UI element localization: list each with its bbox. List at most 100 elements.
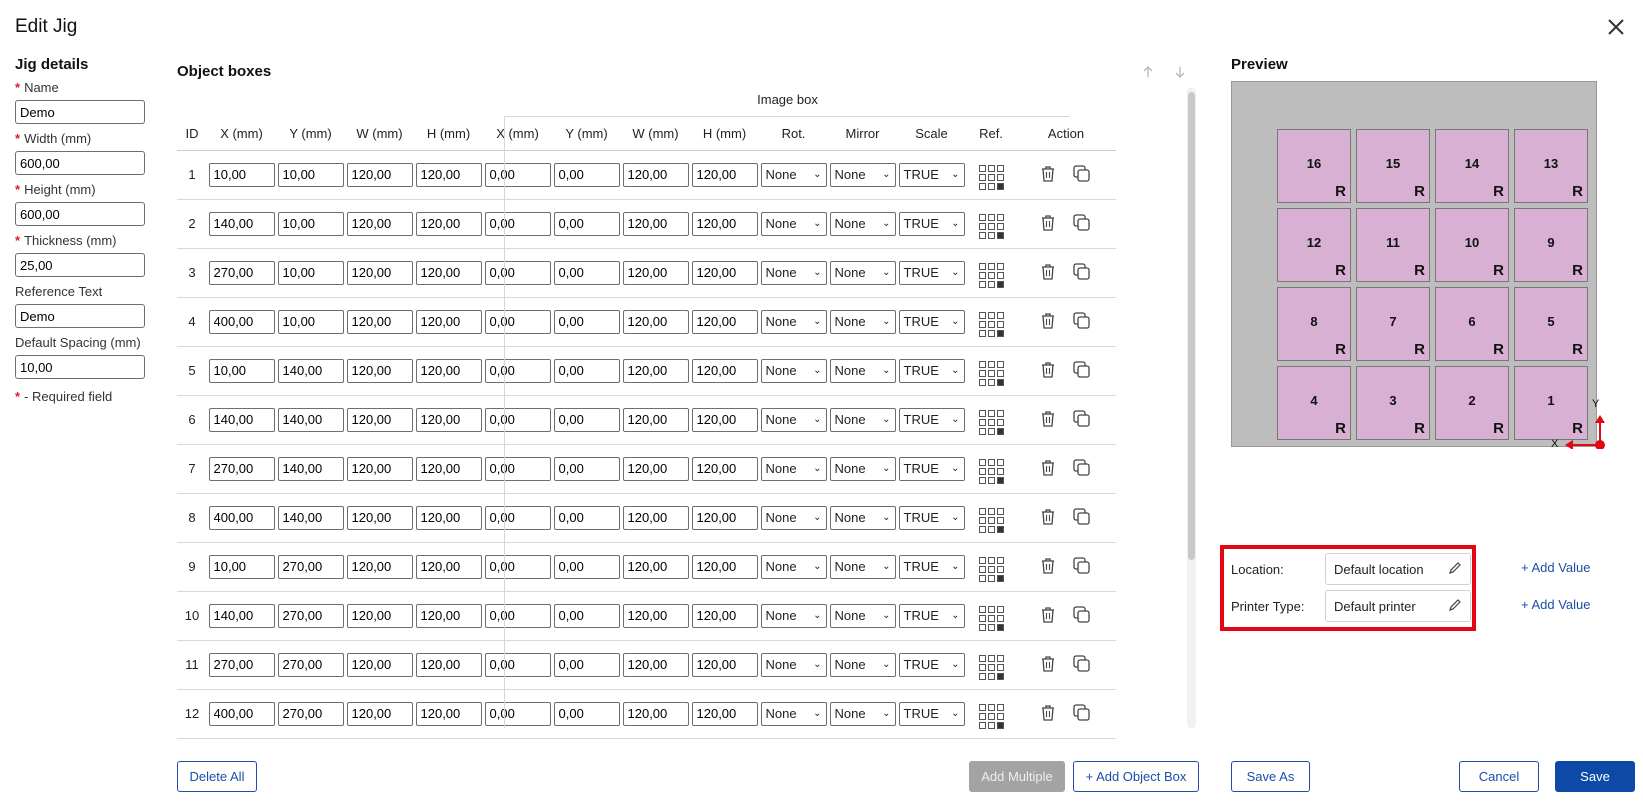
- cancel-button[interactable]: Cancel: [1459, 761, 1539, 792]
- ih-input[interactable]: [691, 162, 758, 187]
- rot-select[interactable]: None ⌄: [760, 309, 827, 334]
- ref-position-icon[interactable]: [978, 654, 1004, 680]
- y-input[interactable]: [277, 309, 344, 334]
- h-input[interactable]: [415, 603, 482, 628]
- h-input[interactable]: [415, 211, 482, 236]
- preview-object-box[interactable]: 13 R: [1514, 129, 1588, 203]
- ih-input[interactable]: [691, 456, 758, 481]
- ix-input[interactable]: [484, 211, 551, 236]
- jig-field-input[interactable]: [15, 151, 145, 175]
- ix-input[interactable]: [484, 407, 551, 432]
- x-input[interactable]: [208, 603, 275, 628]
- x-input[interactable]: [208, 505, 275, 530]
- mirror-select[interactable]: None ⌄: [829, 505, 896, 530]
- ref-position-icon[interactable]: [978, 262, 1004, 288]
- mirror-select[interactable]: None ⌄: [829, 603, 896, 628]
- ix-input[interactable]: [484, 456, 551, 481]
- iy-input[interactable]: [553, 603, 620, 628]
- ix-input[interactable]: [484, 554, 551, 579]
- iw-input[interactable]: [622, 554, 689, 579]
- duplicate-icon[interactable]: [1073, 409, 1091, 428]
- rot-select[interactable]: None ⌄: [760, 211, 827, 236]
- ref-position-icon[interactable]: [978, 409, 1004, 435]
- preview-object-box[interactable]: 4R: [1277, 366, 1351, 440]
- ih-input[interactable]: [691, 309, 758, 334]
- w-input[interactable]: [346, 211, 413, 236]
- trash-icon[interactable]: [1041, 312, 1055, 329]
- scale-select[interactable]: TRUE ⌄: [898, 211, 965, 236]
- trash-icon[interactable]: [1041, 410, 1055, 427]
- duplicate-icon[interactable]: [1073, 164, 1091, 183]
- iw-input[interactable]: [622, 456, 689, 481]
- y-input[interactable]: [277, 554, 344, 579]
- iy-input[interactable]: [553, 309, 620, 334]
- arrow-up-icon[interactable]: [1140, 64, 1156, 80]
- scale-select[interactable]: TRUE ⌄: [898, 456, 965, 481]
- iw-input[interactable]: [622, 407, 689, 432]
- iw-input[interactable]: [622, 358, 689, 383]
- duplicate-icon[interactable]: [1073, 360, 1091, 379]
- iw-input[interactable]: [622, 162, 689, 187]
- y-input[interactable]: [277, 211, 344, 236]
- save-as-button[interactable]: Save As: [1231, 761, 1310, 792]
- ih-input[interactable]: [691, 701, 758, 726]
- jig-field-input[interactable]: [15, 355, 145, 379]
- y-input[interactable]: [277, 456, 344, 481]
- trash-icon[interactable]: [1041, 557, 1055, 574]
- ix-input[interactable]: [484, 652, 551, 677]
- jig-field-input[interactable]: [15, 253, 145, 277]
- x-input[interactable]: [208, 211, 275, 236]
- x-input[interactable]: [208, 652, 275, 677]
- trash-icon[interactable]: [1041, 263, 1055, 280]
- duplicate-icon[interactable]: [1073, 605, 1091, 624]
- w-input[interactable]: [346, 456, 413, 481]
- ih-input[interactable]: [691, 407, 758, 432]
- duplicate-icon[interactable]: [1073, 213, 1091, 232]
- ref-position-icon[interactable]: [978, 213, 1004, 239]
- ih-input[interactable]: [691, 554, 758, 579]
- scale-select[interactable]: TRUE ⌄: [898, 554, 965, 579]
- mirror-select[interactable]: None ⌄: [829, 456, 896, 481]
- ih-input[interactable]: [691, 505, 758, 530]
- iy-input[interactable]: [553, 211, 620, 236]
- mirror-select[interactable]: None ⌄: [829, 162, 896, 187]
- h-input[interactable]: [415, 652, 482, 677]
- iy-input[interactable]: [553, 456, 620, 481]
- iy-input[interactable]: [553, 505, 620, 530]
- trash-icon[interactable]: [1041, 508, 1055, 525]
- h-input[interactable]: [415, 358, 482, 383]
- jig-field-input[interactable]: [15, 304, 145, 328]
- preview-object-box[interactable]: 10 R: [1435, 208, 1509, 282]
- duplicate-icon[interactable]: [1073, 262, 1091, 281]
- scale-select[interactable]: TRUE ⌄: [898, 505, 965, 530]
- iw-input[interactable]: [622, 211, 689, 236]
- preview-object-box[interactable]: 8R: [1277, 287, 1351, 361]
- x-input[interactable]: [208, 260, 275, 285]
- w-input[interactable]: [346, 554, 413, 579]
- w-input[interactable]: [346, 260, 413, 285]
- duplicate-icon[interactable]: [1073, 507, 1091, 526]
- scale-select[interactable]: TRUE ⌄: [898, 701, 965, 726]
- scale-select[interactable]: TRUE ⌄: [898, 162, 965, 187]
- h-input[interactable]: [415, 260, 482, 285]
- w-input[interactable]: [346, 309, 413, 334]
- preview-object-box[interactable]: 2R: [1435, 366, 1509, 440]
- delete-all-button[interactable]: Delete All: [177, 761, 257, 792]
- iy-input[interactable]: [553, 652, 620, 677]
- location-field[interactable]: Default location: [1325, 553, 1471, 585]
- x-input[interactable]: [208, 701, 275, 726]
- mirror-select[interactable]: None ⌄: [829, 309, 896, 334]
- w-input[interactable]: [346, 603, 413, 628]
- rot-select[interactable]: None ⌄: [760, 505, 827, 530]
- save-button[interactable]: Save: [1555, 761, 1635, 792]
- ih-input[interactable]: [691, 603, 758, 628]
- scale-select[interactable]: TRUE ⌄: [898, 652, 965, 677]
- x-input[interactable]: [208, 358, 275, 383]
- preview-object-box[interactable]: 12 R: [1277, 208, 1351, 282]
- x-input[interactable]: [208, 309, 275, 334]
- trash-icon[interactable]: [1041, 459, 1055, 476]
- x-input[interactable]: [208, 554, 275, 579]
- ix-input[interactable]: [484, 505, 551, 530]
- preview-object-box[interactable]: 3R: [1356, 366, 1430, 440]
- ref-position-icon[interactable]: [978, 360, 1004, 386]
